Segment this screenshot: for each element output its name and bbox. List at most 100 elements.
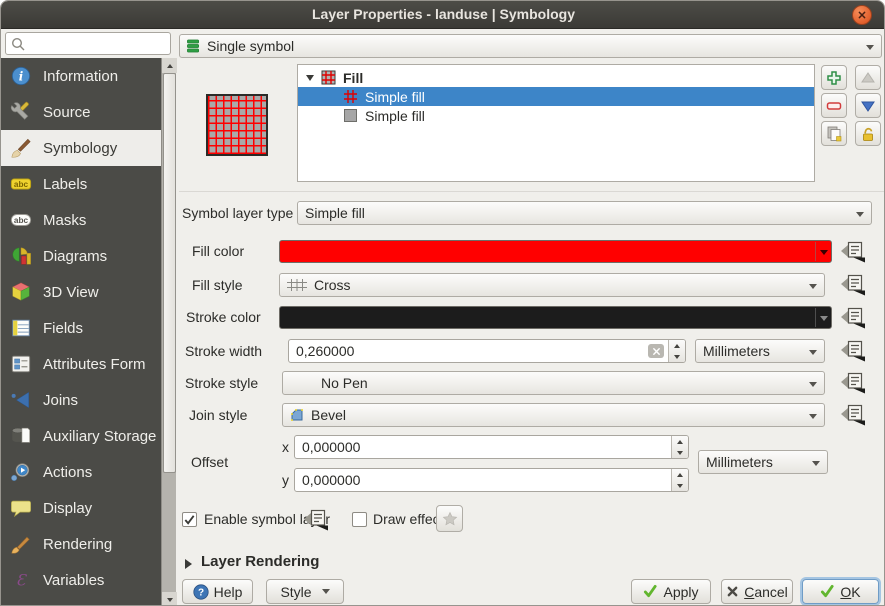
expander-down-icon[interactable]	[306, 75, 314, 81]
unlock-icon	[860, 126, 876, 142]
symbol-preview	[206, 94, 268, 156]
scroll-up-icon[interactable]	[162, 58, 177, 73]
stroke-width-unit-combobox[interactable]: Millimeters	[695, 339, 825, 363]
draw-effects-checkbox[interactable]	[352, 512, 367, 527]
search-input[interactable]	[30, 36, 160, 51]
search-box[interactable]	[5, 32, 171, 55]
tree-item-label: Simple fill	[365, 108, 425, 124]
svg-text:abc: abc	[14, 180, 29, 189]
check-icon	[183, 513, 196, 526]
unit-value: Millimeters	[699, 454, 773, 470]
close-button[interactable]	[852, 5, 872, 25]
cancel-label: Cancel	[744, 584, 788, 600]
move-up-button[interactable]	[855, 65, 881, 90]
duplicate-button[interactable]	[821, 121, 847, 146]
stroke-width-value: 0,260000	[289, 343, 648, 359]
symbol-tree-item-simple-fill-2[interactable]: Simple fill	[298, 106, 814, 125]
labels-icon: abc	[10, 173, 32, 195]
stroke-color-label: Stroke color	[186, 306, 261, 329]
join-style-value: Bevel	[305, 407, 346, 423]
sidebar-item-masks[interactable]: abc Masks	[1, 202, 161, 238]
offset-x-spinbox[interactable]: 0,000000	[294, 435, 689, 459]
data-defined-override-button[interactable]	[839, 339, 866, 362]
spinner-buttons[interactable]	[668, 340, 685, 362]
tree-item-label: Fill	[343, 70, 363, 86]
symbol-tree-item-simple-fill-1[interactable]: Simple fill	[298, 87, 814, 106]
clear-icon[interactable]	[648, 344, 664, 358]
style-button[interactable]: Style	[266, 579, 344, 604]
help-button[interactable]: ? Help	[182, 579, 253, 604]
spinner-buttons[interactable]	[671, 469, 688, 491]
sidebar-item-3d-view[interactable]: 3D View	[1, 274, 161, 310]
add-symbol-layer-button[interactable]	[821, 65, 847, 90]
symbol-tree-item-fill[interactable]: Fill	[298, 68, 814, 87]
sidebar-item-rendering[interactable]: Rendering	[1, 526, 161, 562]
sidebar-scrollbar[interactable]	[161, 58, 176, 606]
scroll-down-icon[interactable]	[162, 592, 177, 606]
offset-x-label: x	[282, 435, 289, 459]
bevel-join-icon	[289, 407, 305, 423]
symbol-layer-type-combobox[interactable]: Simple fill	[297, 201, 872, 225]
data-defined-override-button[interactable]	[839, 306, 866, 329]
attributes-form-icon	[10, 353, 32, 375]
ok-label: OK	[840, 584, 860, 600]
cancel-button[interactable]: Cancel	[721, 579, 793, 604]
ok-button[interactable]: OK	[802, 579, 879, 604]
stroke-style-combobox[interactable]: No Pen	[282, 371, 825, 395]
expander-right-icon[interactable]	[185, 559, 192, 569]
scrollbar-thumb[interactable]	[163, 73, 176, 473]
chevron-down-icon	[809, 414, 817, 419]
sidebar-item-display[interactable]: Display	[1, 490, 161, 526]
sidebar-item-diagrams[interactable]: Diagrams	[1, 238, 161, 274]
x-icon	[726, 585, 739, 598]
apply-button[interactable]: Apply	[631, 579, 711, 604]
offset-unit-combobox[interactable]: Millimeters	[698, 450, 828, 474]
layer-properties-dialog: Layer Properties - landuse | Symbology i…	[0, 0, 885, 606]
gray-fill-icon	[343, 108, 358, 123]
offset-x-value: 0,000000	[295, 439, 671, 455]
sidebar-item-information[interactable]: i Information	[1, 58, 161, 94]
sidebar-item-auxiliary-storage[interactable]: Auxiliary Storage	[1, 418, 161, 454]
stroke-width-spinbox[interactable]: 0,260000	[288, 339, 686, 363]
data-defined-override-button[interactable]	[839, 240, 866, 263]
sidebar-item-label: Joins	[43, 392, 78, 409]
sidebar-item-label: Source	[43, 104, 91, 121]
stroke-color-button[interactable]	[279, 306, 832, 329]
join-style-label: Join style	[189, 403, 247, 427]
chevron-down-icon	[856, 212, 864, 217]
symbol-layer-type-label: Symbol layer type	[182, 201, 293, 225]
actions-icon	[10, 461, 32, 483]
data-defined-override-button[interactable]	[839, 273, 866, 296]
sidebar-item-label: Attributes Form	[43, 356, 146, 373]
sidebar-item-labels[interactable]: abc Labels	[1, 166, 161, 202]
divider	[179, 191, 885, 193]
renderer-combobox[interactable]: Single symbol	[179, 34, 882, 58]
fill-style-combobox[interactable]: Cross	[279, 273, 825, 297]
spinner-buttons[interactable]	[671, 436, 688, 458]
layer-rendering-section[interactable]: Layer Rendering	[201, 553, 319, 570]
lock-button[interactable]	[855, 121, 881, 146]
join-style-combobox[interactable]: Bevel	[282, 403, 825, 427]
titlebar[interactable]: Layer Properties - landuse | Symbology	[1, 1, 885, 29]
sidebar-item-symbology[interactable]: Symbology	[1, 130, 161, 166]
sidebar-item-joins[interactable]: Joins	[1, 382, 161, 418]
data-defined-override-button[interactable]	[839, 371, 866, 394]
sidebar-item-attributes-form[interactable]: Attributes Form	[1, 346, 161, 382]
data-defined-override-button[interactable]	[302, 508, 329, 531]
fill-color-button[interactable]	[279, 240, 832, 263]
remove-symbol-layer-button[interactable]	[821, 93, 847, 118]
move-down-button[interactable]	[855, 93, 881, 118]
sidebar-item-fields[interactable]: Fields	[1, 310, 161, 346]
sidebar-item-source[interactable]: Source	[1, 94, 161, 130]
effects-customize-button[interactable]	[436, 505, 463, 532]
data-defined-override-button[interactable]	[839, 403, 866, 426]
sidebar-item-actions[interactable]: Actions	[1, 454, 161, 490]
star-icon	[442, 511, 458, 527]
sidebar-item-variables[interactable]: Ɛ Variables	[1, 562, 161, 598]
renderer-value: Single symbol	[201, 38, 294, 54]
sidebar-item-label: Diagrams	[43, 248, 107, 265]
sidebar-item-label: Symbology	[43, 140, 117, 157]
enable-symbol-layer-checkbox[interactable]	[182, 512, 197, 527]
offset-y-spinbox[interactable]: 0,000000	[294, 468, 689, 492]
sidebar-item-label: Display	[43, 500, 92, 517]
